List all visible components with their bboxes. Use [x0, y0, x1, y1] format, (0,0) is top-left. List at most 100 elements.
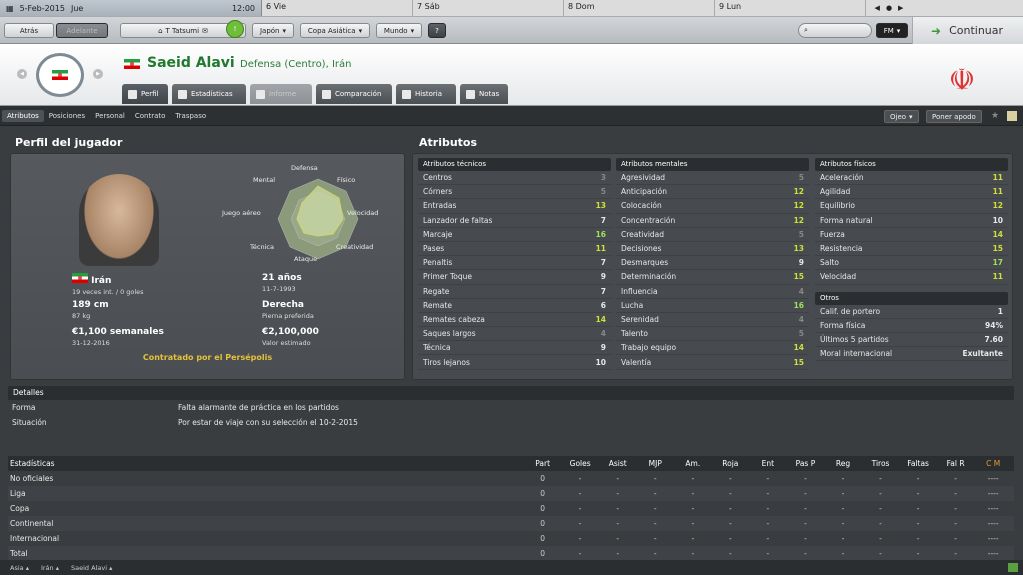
stats-column-header[interactable]: Asist [599, 459, 637, 468]
stats-header: Estadísticas Part Goles Asist MJP Am. Roja Ent P… [8, 456, 1014, 471]
attribute-row[interactable]: Fuerza 14 [815, 228, 1008, 242]
attribute-row[interactable]: Desmarques 9 [616, 256, 809, 271]
tab-comparacion[interactable]: Comparación [316, 84, 392, 104]
attribute-row[interactable]: Decisiones 13 [616, 242, 809, 257]
next-icon[interactable]: ▶ [898, 4, 903, 12]
current-date[interactable]: ▦ 5-Feb-2015 Jue 12:00 [0, 0, 262, 16]
calendar-icon: ▦ [6, 3, 14, 13]
attribute-row[interactable]: Creatividad 5 [616, 228, 809, 242]
attribute-row[interactable]: Trabajo equipo 14 [616, 341, 809, 356]
stats-column-header[interactable]: Part [524, 459, 562, 468]
attribute-row[interactable]: Lucha 16 [616, 299, 809, 313]
stats-column-header[interactable]: Roja [712, 459, 750, 468]
stats-column-header[interactable]: Reg [824, 459, 862, 468]
attribute-row[interactable]: Anticipación 12 [616, 185, 809, 200]
stats-cell: - [916, 549, 920, 558]
search-input[interactable]: ⌕ [798, 23, 872, 38]
fm-menu[interactable]: FM ▾ [876, 23, 908, 38]
calendar-day[interactable]: 9 Lun [715, 0, 866, 16]
attribute-name: Centros [423, 173, 452, 183]
stats-column-header[interactable]: C M [974, 459, 1012, 468]
stats-cell: ---- [987, 474, 999, 483]
stats-column-header[interactable]: Goles [561, 459, 599, 468]
dot-icon[interactable]: ● [886, 4, 892, 12]
prev-player-icon[interactable]: ◀ [17, 69, 27, 79]
attribute-row[interactable]: Remate 6 [418, 299, 611, 313]
attribute-row[interactable]: Salto 17 [815, 256, 1008, 271]
attribute-row[interactable]: Penaltis 7 [418, 256, 611, 271]
japan-menu[interactable]: Japón ▾ [252, 23, 294, 38]
calendar-day[interactable]: 6 Vie [262, 0, 413, 16]
attribute-row[interactable]: Resistencia 15 [815, 242, 1008, 257]
prev-icon[interactable]: ◀ [875, 4, 880, 12]
star-icon[interactable]: ★ [991, 111, 999, 121]
note-icon[interactable] [1007, 111, 1017, 121]
attribute-row[interactable]: Talento 5 [616, 327, 809, 342]
contract-status[interactable]: Contratado por el Persépolis [11, 353, 404, 362]
attribute-row[interactable]: Influencia 4 [616, 285, 809, 299]
stats-column-header[interactable]: Estadísticas [10, 459, 524, 468]
subtab-contrato[interactable]: Contrato [130, 110, 171, 122]
attribute-row[interactable]: Agilidad 11 [815, 185, 1008, 200]
back-button[interactable]: Atrás [4, 23, 54, 38]
stats-column-header[interactable]: Ent [749, 459, 787, 468]
world-menu[interactable]: Mundo ▾ [376, 23, 422, 38]
tab-perfil[interactable]: Perfil [122, 84, 168, 104]
attribute-row[interactable]: Córners 5 [418, 185, 611, 200]
tab-informe[interactable]: Informe [250, 84, 312, 104]
attribute-row[interactable]: Pases 11 [418, 242, 611, 257]
continue-button[interactable]: ➜ Continuar [912, 17, 1023, 44]
attribute-row[interactable]: Concentración 12 [616, 214, 809, 228]
attribute-row[interactable]: Determinación 15 [616, 270, 809, 285]
attribute-row[interactable]: Técnica 9 [418, 341, 611, 356]
attribute-row[interactable]: Equilibrio 12 [815, 199, 1008, 214]
attribute-row[interactable]: Entradas 13 [418, 199, 611, 214]
calendar-day[interactable]: 8 Dom [564, 0, 715, 16]
attribute-row[interactable]: Marcaje 16 [418, 228, 611, 242]
attribute-row[interactable]: Centros 3 [418, 171, 611, 186]
attribute-row[interactable]: Forma natural 10 [815, 214, 1008, 228]
subtab-posiciones[interactable]: Posiciones [44, 110, 90, 122]
forward-button[interactable]: Adelante [56, 23, 108, 38]
help-button[interactable]: ? [428, 23, 446, 38]
stats-column-header[interactable]: Pas P [787, 459, 825, 468]
stats-column-header[interactable]: Am. [674, 459, 712, 468]
tab-estadisticas[interactable]: Estadísticas [172, 84, 246, 104]
asian-cup-menu[interactable]: Copa Asiática ▾ [300, 23, 370, 38]
nickname-button[interactable]: Poner apodo [926, 110, 982, 123]
calendar-day[interactable]: 7 Sáb [413, 0, 564, 16]
attribute-row[interactable]: Forma física 94% [815, 319, 1008, 333]
value: €2,100,000 [262, 327, 319, 337]
attribute-row[interactable]: Remates cabeza 14 [418, 313, 611, 328]
attribute-row[interactable]: Aceleración 11 [815, 171, 1008, 186]
breadcrumb-item[interactable]: Irán ▴ [41, 564, 59, 572]
attribute-row[interactable]: Agresividad 5 [616, 171, 809, 186]
scout-button[interactable]: Ojeo ▾ [884, 110, 919, 123]
tab-historia[interactable]: Historia [396, 84, 456, 104]
tab-notas[interactable]: Notas [460, 84, 508, 104]
attribute-row[interactable]: Últimos 5 partidos 7.60 [815, 333, 1008, 348]
stats-column-header[interactable]: Tiros [862, 459, 900, 468]
attribute-row[interactable]: Regate 7 [418, 285, 611, 299]
attribute-row[interactable]: Lanzador de faltas 7 [418, 214, 611, 228]
next-player-icon[interactable]: ▶ [93, 69, 103, 79]
breadcrumb-item[interactable]: Saeid Alavi ▴ [71, 564, 112, 572]
attribute-row[interactable]: Colocación 12 [616, 199, 809, 214]
stats-column-header[interactable]: Fal R [937, 459, 975, 468]
attribute-row[interactable]: Saques largos 4 [418, 327, 611, 342]
subtab-traspaso[interactable]: Traspaso [170, 110, 211, 122]
breadcrumb-item[interactable]: Asia ▴ [10, 564, 29, 572]
attribute-row[interactable]: Serenidad 4 [616, 313, 809, 328]
subtab-personal[interactable]: Personal [90, 110, 130, 122]
subtab-atributos[interactable]: Atributos [2, 109, 44, 122]
attribute-row[interactable]: Velocidad 11 [815, 270, 1008, 285]
stats-column-header[interactable]: Faltas [899, 459, 937, 468]
calendar-nav[interactable]: ◀ ● ▶ [866, 0, 912, 16]
attribute-row[interactable]: Primer Toque 9 [418, 270, 611, 285]
notification-icon[interactable]: ! [226, 20, 244, 38]
attribute-row[interactable]: Tiros lejanos 10 [418, 355, 611, 370]
attribute-row[interactable]: Valentía 15 [616, 355, 809, 370]
stats-column-header[interactable]: MJP [636, 459, 674, 468]
attribute-row[interactable]: Calif. de portero 1 [815, 305, 1008, 319]
attribute-row[interactable]: Moral internacional Exultante [815, 347, 1008, 362]
